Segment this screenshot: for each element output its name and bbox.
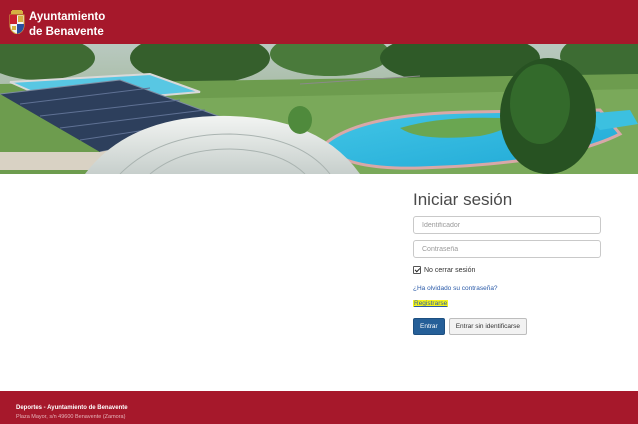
remember-label: No cerrar sesión (424, 266, 476, 274)
remember-checkbox[interactable] (413, 266, 421, 274)
header-bar: Ayuntamiento de Benavente (0, 0, 638, 44)
forgot-password-link[interactable]: ¿Ha olvidado su contraseña? (413, 285, 603, 292)
username-input[interactable] (413, 216, 601, 234)
org-name-line2: de Benavente (29, 26, 104, 38)
footer-title: Deportes - Ayuntamiento de Benavente (16, 405, 128, 411)
page: Ayuntamiento de Benavente Iniciar sesión… (0, 0, 638, 424)
login-form: Iniciar sesión No cerrar sesión ¿Ha olvi… (413, 190, 603, 335)
register-link[interactable]: Registrarse (413, 300, 449, 307)
login-buttons: Entrar Entrar sin identificarse (413, 318, 603, 335)
guest-login-button[interactable]: Entrar sin identificarse (448, 318, 528, 335)
coat-of-arms-icon (9, 10, 25, 34)
footer-address: Plaza Mayor, s/n 49600 Benavente (Zamora… (16, 414, 126, 420)
login-title: Iniciar sesión (413, 190, 513, 209)
banner-image (0, 44, 638, 174)
remember-checkbox-row[interactable]: No cerrar sesión (413, 264, 603, 276)
org-name-line1: Ayuntamiento (29, 11, 106, 23)
submit-button[interactable]: Entrar (413, 318, 445, 335)
password-input[interactable] (413, 240, 601, 258)
